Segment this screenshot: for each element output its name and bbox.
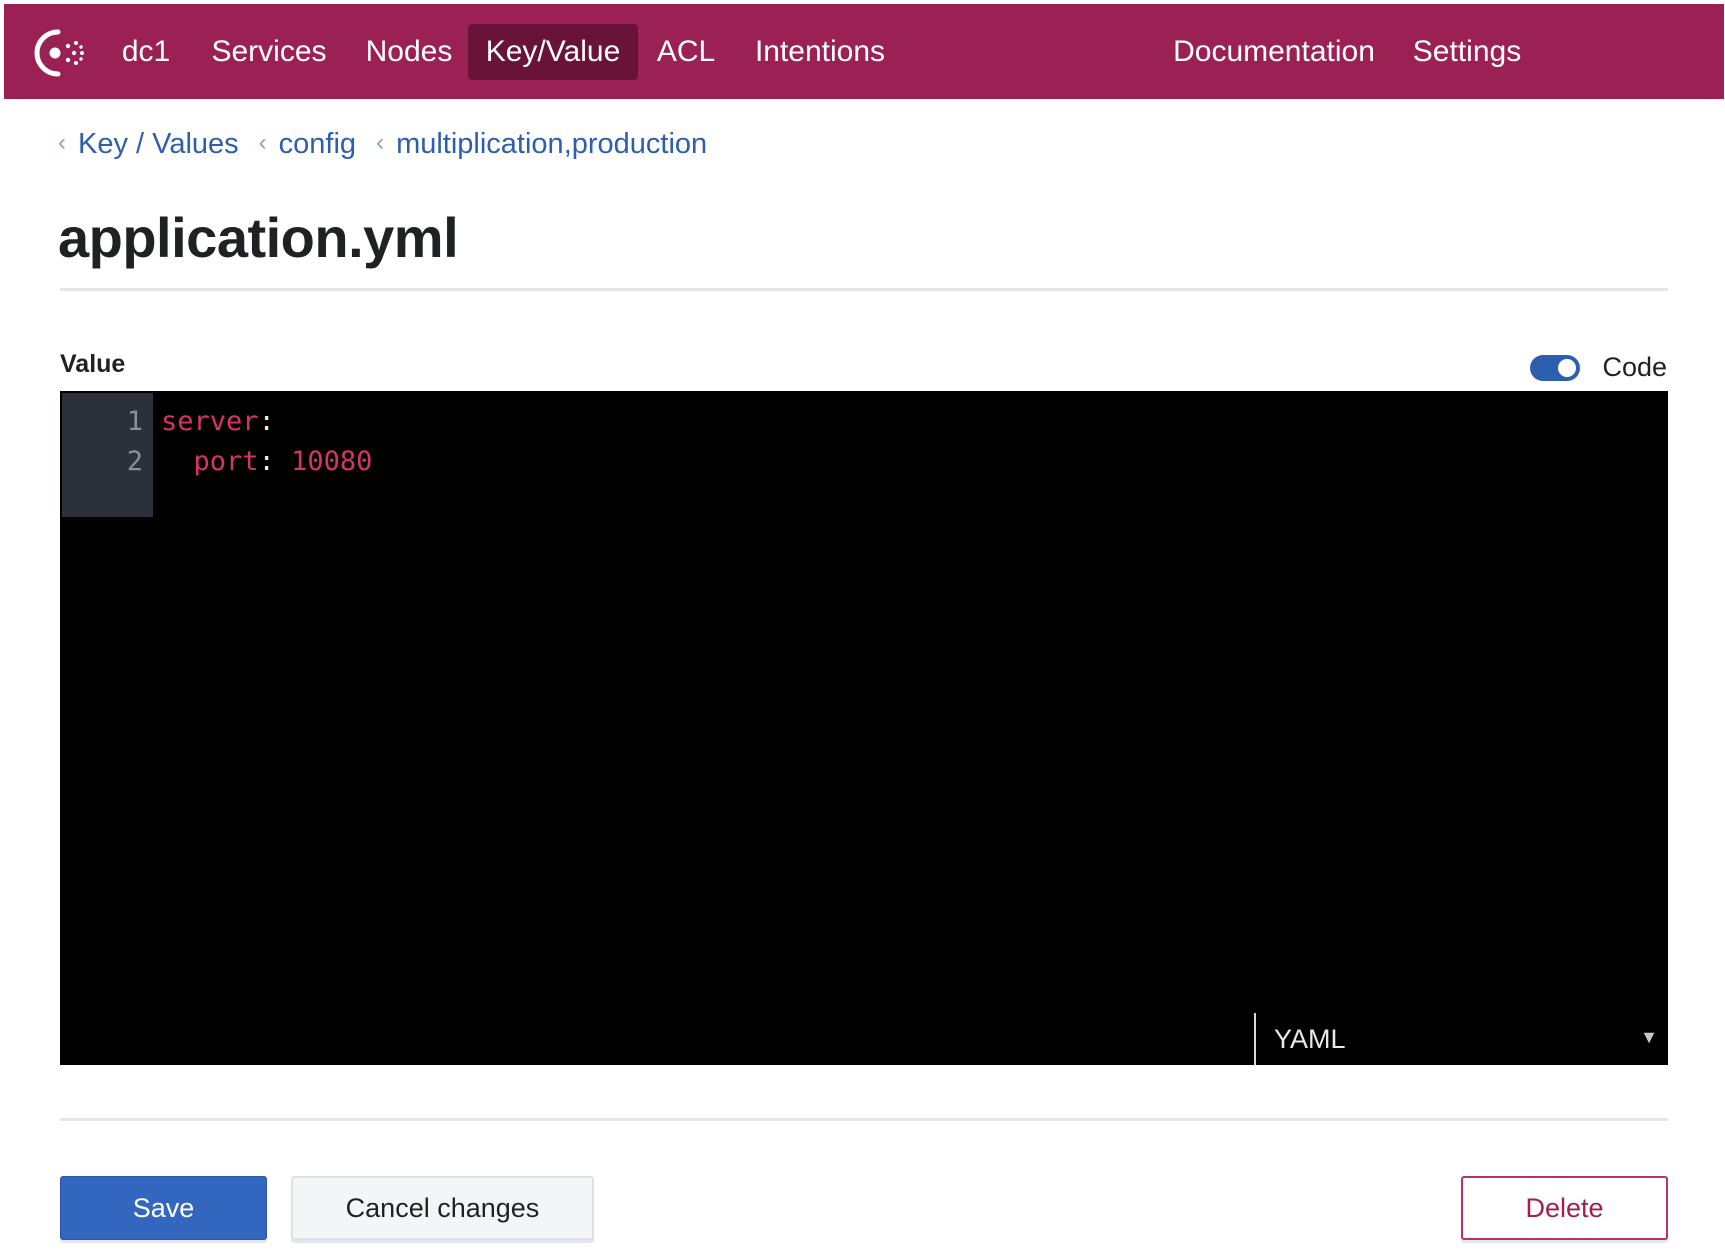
nav-item-settings[interactable]: Settings	[1400, 24, 1534, 80]
code-line: 1 server:	[60, 402, 1668, 442]
code-line-text: server:	[161, 402, 275, 442]
cancel-changes-button[interactable]: Cancel changes	[291, 1176, 594, 1240]
code-line-text: port: 10080	[161, 442, 373, 482]
code-toggle[interactable]: Code	[1530, 352, 1667, 383]
breadcrumb: ‹ Key / Values ‹ config ‹ multiplication…	[58, 128, 707, 161]
title-divider	[60, 288, 1668, 291]
top-nav: dc1 Services Nodes Key/Value ACL Intenti…	[4, 4, 1724, 99]
chevron-left-icon: ‹	[258, 128, 267, 156]
syntax-mode-label: YAML	[1274, 1023, 1346, 1054]
line-number: 2	[126, 446, 143, 477]
nav-item-acl[interactable]: ACL	[646, 24, 726, 80]
datacenter-selector[interactable]: dc1	[106, 24, 186, 80]
value-label: Value	[60, 350, 126, 378]
line-number: 1	[126, 406, 143, 437]
form-divider	[60, 1118, 1668, 1121]
nav-item-nodes[interactable]: Nodes	[354, 24, 464, 80]
breadcrumb-item-config[interactable]: ‹ config	[259, 128, 356, 161]
code-line: 2 port: 10080	[60, 442, 1668, 482]
nav-item-intentions[interactable]: Intentions	[740, 24, 900, 80]
chevron-left-icon: ‹	[376, 128, 385, 156]
code-editor[interactable]: 1 server: 2 port: 10080 YAML ▼	[60, 391, 1668, 1065]
chevron-left-icon: ‹	[58, 128, 66, 156]
breadcrumb-label: config	[278, 128, 357, 160]
breadcrumb-label: multiplication,production	[396, 128, 708, 160]
triangle-down-icon: ▼	[1640, 1027, 1658, 1047]
toggle-switch[interactable]	[1530, 354, 1581, 381]
kv-edit-page: dc1 Services Nodes Key/Value ACL Intenti…	[0, 0, 1725, 1250]
breadcrumb-item-key-values[interactable]: ‹ Key / Values	[58, 128, 239, 161]
code-toggle-label: Code	[1602, 352, 1667, 382]
nav-item-documentation[interactable]: Documentation	[1154, 24, 1394, 80]
yaml-colon: :	[258, 406, 275, 437]
nav-item-key-value[interactable]: Key/Value	[468, 24, 638, 80]
yaml-indent	[161, 446, 194, 477]
yaml-key: server	[161, 406, 259, 437]
save-button[interactable]: Save	[60, 1176, 267, 1240]
breadcrumb-item-multiplication-production[interactable]: ‹ multiplication,production	[376, 128, 707, 161]
breadcrumb-label: Key / Values	[78, 128, 239, 160]
yaml-value: 10080	[274, 446, 373, 477]
yaml-colon: :	[258, 446, 275, 477]
consul-logo-icon[interactable]	[28, 27, 86, 79]
toggle-knob	[1558, 358, 1577, 377]
page-title: application.yml	[58, 206, 459, 269]
delete-button[interactable]: Delete	[1461, 1176, 1668, 1240]
nav-item-services[interactable]: Services	[200, 24, 338, 80]
syntax-mode-select[interactable]: YAML ▼	[1254, 1013, 1668, 1065]
yaml-key: port	[193, 446, 259, 477]
